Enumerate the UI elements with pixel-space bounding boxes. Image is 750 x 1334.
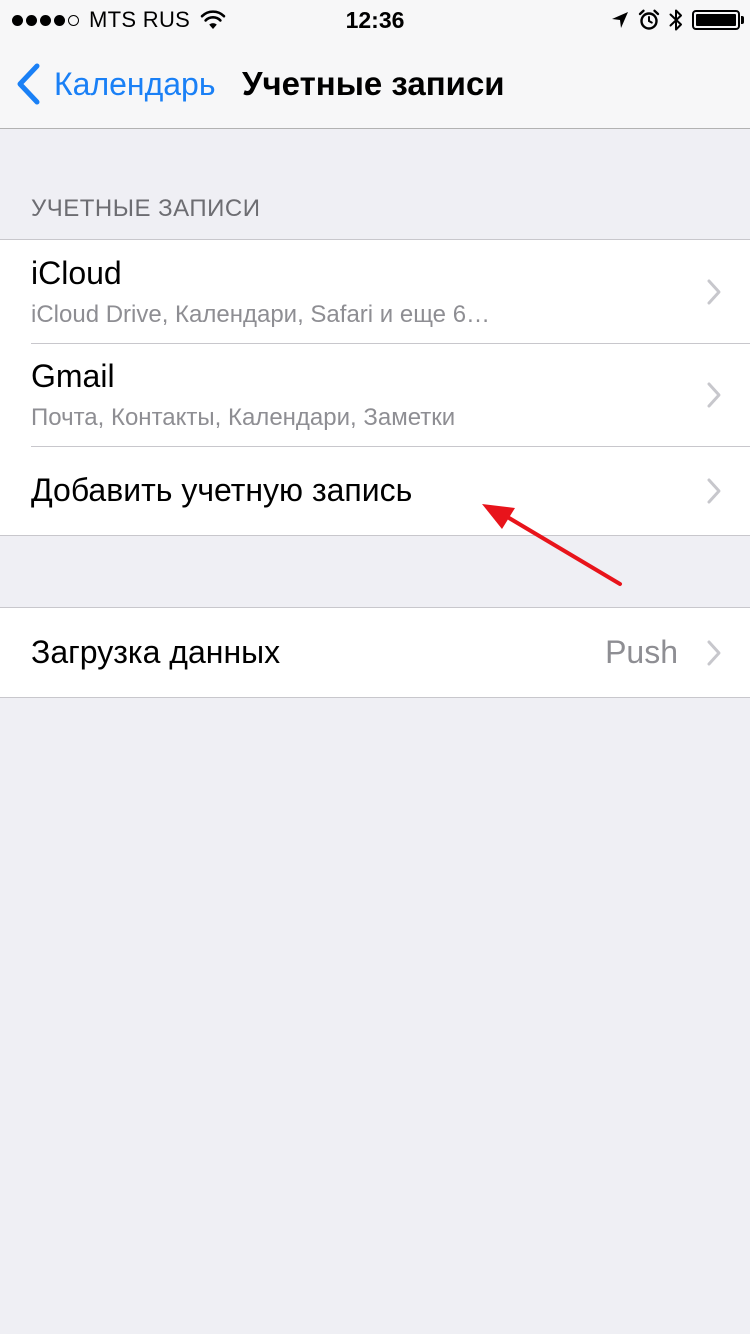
location-arrow-icon: [612, 12, 628, 28]
chevron-right-icon: [707, 279, 721, 304]
battery-icon: [692, 10, 744, 30]
account-row-icloud[interactable]: iCloud iCloud Drive, Календари, Safari и…: [0, 240, 750, 343]
alarm-icon: [638, 9, 660, 30]
fetch-mode-value: Push: [605, 634, 678, 670]
back-button[interactable]: Календарь: [14, 40, 216, 128]
bluetooth-icon: [669, 9, 682, 31]
status-bar: MTS RUS 12:36: [0, 0, 750, 40]
page-title: Учетные записи: [242, 65, 505, 102]
chevron-right-icon: [707, 640, 721, 665]
fetch-new-data-row[interactable]: Загрузка данных Push: [0, 608, 750, 697]
back-button-label: Календарь: [54, 65, 216, 102]
account-title: iCloud: [31, 255, 122, 291]
chevron-right-icon: [707, 478, 721, 503]
fetch-settings-list: Загрузка данных Push: [0, 607, 750, 698]
account-row-gmail[interactable]: Gmail Почта, Контакты, Календари, Заметк…: [0, 343, 750, 446]
chevron-right-icon: [707, 382, 721, 407]
add-account-label: Добавить учетную запись: [31, 472, 413, 508]
battery-level: [696, 14, 736, 26]
account-subtitle: iCloud Drive, Календари, Safari и еще 6…: [31, 301, 491, 328]
fetch-new-data-label: Загрузка данных: [31, 634, 281, 670]
status-bar-right: [611, 0, 744, 40]
section-header-accounts: УЧЕТНЫЕ ЗАПИСИ: [31, 195, 261, 222]
accounts-list: iCloud iCloud Drive, Календари, Safari и…: [0, 239, 750, 536]
account-title: Gmail: [31, 358, 115, 394]
add-account-row[interactable]: Добавить учетную запись: [0, 446, 750, 535]
navigation-bar: Календарь Учетные записи: [0, 40, 750, 129]
account-subtitle: Почта, Контакты, Календари, Заметки: [31, 404, 456, 431]
chevron-left-icon: [17, 63, 40, 105]
